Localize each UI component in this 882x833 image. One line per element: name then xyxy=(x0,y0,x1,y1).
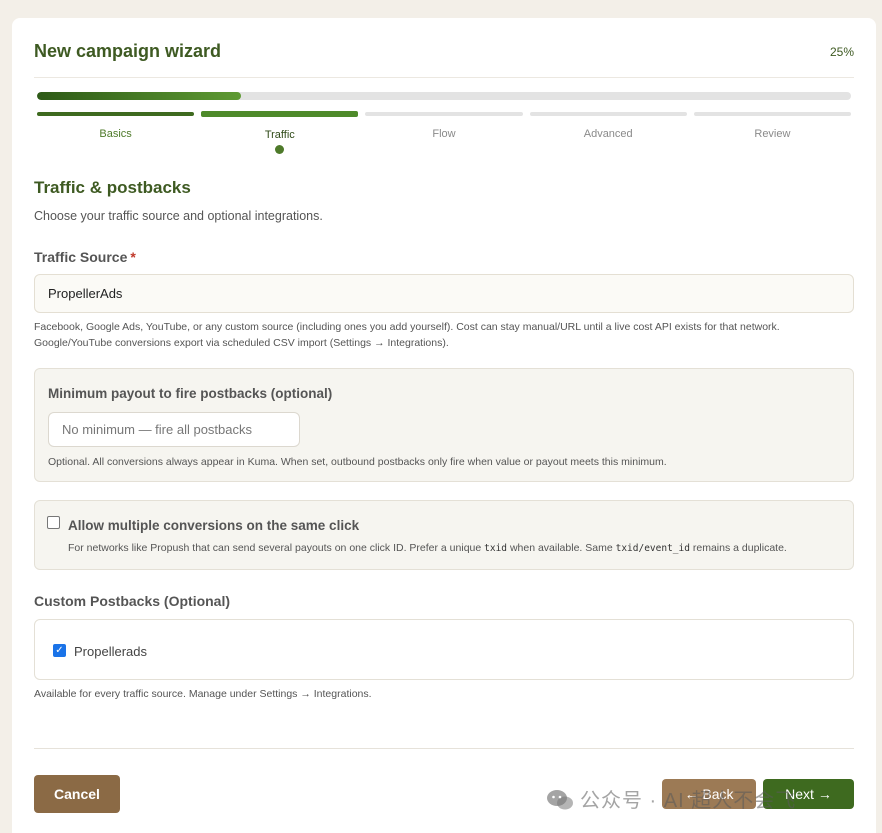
custom-postbacks-help: Available for every traffic source. Mana… xyxy=(34,688,372,700)
multi-conversion-help: For networks like Propush that can send … xyxy=(68,542,787,554)
cancel-button[interactable]: Cancel xyxy=(34,775,120,813)
current-step-dot xyxy=(275,145,285,154)
wizard-title: New campaign wizard xyxy=(34,41,222,61)
step-flow[interactable]: Flow xyxy=(365,112,523,154)
wechat-icon xyxy=(547,790,573,810)
step-review[interactable]: Review xyxy=(693,112,852,154)
traffic-source-help: Facebook, Google Ads, YouTube, or any cu… xyxy=(34,319,824,351)
step-label: Traffic xyxy=(264,129,295,141)
step-bar xyxy=(693,112,852,116)
traffic-source-select[interactable]: PropellerAds xyxy=(34,274,854,313)
custom-postbacks-list: ✓ Propellerads xyxy=(34,619,854,680)
help-text: remains a duplicate. xyxy=(689,542,787,554)
traffic-source-label-text: Traffic Source xyxy=(34,249,128,265)
progress-bar xyxy=(37,92,851,100)
step-basics[interactable]: Basics xyxy=(37,112,195,154)
min-payout-panel: Minimum payout to fire postbacks (option… xyxy=(34,368,854,482)
traffic-source-label: Traffic Source * xyxy=(34,249,136,265)
propellerads-label[interactable]: Propellerads xyxy=(74,644,147,659)
wizard-header: New campaign wizard 25% xyxy=(34,18,854,78)
step-label: Review xyxy=(754,128,791,140)
watermark-text: 公众号 · AI 超人不会飞 xyxy=(580,790,797,812)
min-payout-help: Optional. All conversions always appear … xyxy=(48,456,667,468)
step-bar xyxy=(201,111,359,117)
step-label: Advanced xyxy=(583,128,633,140)
progress-percent: 25% xyxy=(829,45,854,59)
multi-conversion-checkbox[interactable] xyxy=(47,516,60,529)
help-text: when available. Same xyxy=(507,542,616,554)
section-title: Traffic & postbacks xyxy=(34,178,191,197)
multi-conversion-panel: Allow multiple conversions on the same c… xyxy=(34,500,854,570)
step-label: Basics xyxy=(99,128,132,140)
step-advanced[interactable]: Advanced xyxy=(529,112,687,154)
watermark: 公众号 · AI 超人不会飞 xyxy=(546,784,796,813)
custom-postbacks-title: Custom Postbacks (Optional) xyxy=(34,593,231,609)
min-payout-input[interactable] xyxy=(48,412,300,447)
required-asterisk: * xyxy=(130,249,136,265)
inline-code: txid xyxy=(484,543,508,554)
help-text: For networks like Propush that can send … xyxy=(68,542,485,554)
step-traffic[interactable]: Traffic xyxy=(201,111,359,154)
section-subtitle: Choose your traffic source and optional … xyxy=(34,209,323,223)
step-bar xyxy=(365,112,523,116)
step-bar xyxy=(529,112,687,116)
propellerads-checkbox[interactable]: ✓ xyxy=(53,644,66,657)
traffic-source-help-line1: Facebook, Google Ads, YouTube, or any cu… xyxy=(34,321,780,333)
traffic-source-help-line2: Google/YouTube conversions export via sc… xyxy=(34,337,449,349)
inline-code: txid/event_id xyxy=(615,543,690,554)
min-payout-title: Minimum payout to fire postbacks (option… xyxy=(48,386,333,401)
step-label: Flow xyxy=(432,128,456,140)
footer-divider xyxy=(34,748,854,749)
step-indicator: Basics Traffic Flow Advanced Review xyxy=(37,111,852,154)
multi-conversion-title[interactable]: Allow multiple conversions on the same c… xyxy=(68,518,359,533)
progress-bar-fill xyxy=(37,92,241,100)
wizard-card: New campaign wizard 25% Basics Traffic F… xyxy=(12,18,876,833)
step-bar xyxy=(37,112,195,116)
